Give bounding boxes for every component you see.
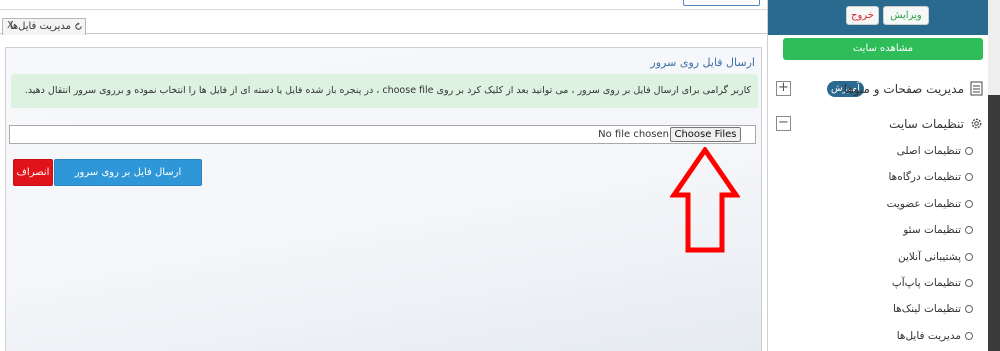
- sidebar-item-popup[interactable]: تنظیمات پاپ‌آپ: [892, 277, 973, 293]
- scrollbar-thumb[interactable]: [988, 95, 1000, 351]
- radio-icon: [965, 147, 973, 155]
- radio-icon: [965, 332, 973, 340]
- sidebar-item-label: تنظیمات سئو: [903, 224, 961, 236]
- sidebar-item-label: تنظیمات اصلی: [896, 145, 961, 157]
- collapse-icon[interactable]: −: [776, 116, 791, 131]
- no-file-chosen-label: No file chosen: [598, 129, 669, 140]
- radio-icon: [965, 253, 973, 261]
- refresh-icon[interactable]: [74, 22, 83, 31]
- sidebar-item-online-support[interactable]: پشتیبانی آنلاین: [898, 251, 973, 267]
- sidebar-item-membership[interactable]: تنظیمات عضویت: [887, 198, 973, 214]
- upload-panel: ارسال فایل روی سرور کاربر گرامی برای ارس…: [5, 47, 762, 351]
- radio-icon: [965, 173, 973, 181]
- sidebar-item-file-manager[interactable]: مدیریت فایل‌ها: [897, 330, 973, 346]
- scrollbar-track[interactable]: [988, 0, 1000, 351]
- top-input-field[interactable]: [683, 0, 760, 6]
- tab-file-manager[interactable]: X مدیریت فایل‌ها: [2, 18, 86, 35]
- tab-strip: X مدیریت فایل‌ها: [0, 11, 767, 35]
- sidebar-item-label: تنظیمات عضویت: [886, 198, 961, 210]
- sidebar-item-main-settings[interactable]: تنظیمات اصلی: [897, 145, 973, 161]
- section-pages-label: مدیریت صفحات و منوها: [843, 82, 964, 96]
- sidebar-item-label: تنظیمات لینک‌ها: [892, 303, 961, 315]
- radio-icon: [965, 305, 973, 313]
- section-pages-menus[interactable]: + آموزش مدیریت صفحات و منوها: [776, 78, 984, 100]
- choose-files-button[interactable]: Choose Files: [670, 127, 741, 142]
- sidebar-item-links[interactable]: تنظیمات لینک‌ها: [893, 303, 973, 319]
- section-settings-label: تنظیمات سایت: [889, 117, 964, 131]
- sidebar-item-label: تنظیمات درگاه‌ها: [888, 171, 961, 183]
- expand-icon[interactable]: +: [776, 81, 791, 96]
- sidebar-item-label: پشتیبانی آنلاین: [897, 251, 961, 263]
- upload-button[interactable]: ارسال فایل بر روی سرور: [54, 159, 202, 186]
- exit-button[interactable]: خروج: [846, 6, 879, 25]
- tab-label: مدیریت فایل‌ها: [9, 21, 71, 32]
- annotation-arrow-icon: [670, 147, 740, 253]
- sidebar: ویرایش خروج مشاهده سایت + آموزش مدیریت ص…: [767, 0, 1000, 351]
- edit-button[interactable]: ویرایش: [883, 6, 929, 25]
- sidebar-item-gateways[interactable]: تنظیمات درگاه‌ها: [888, 171, 973, 187]
- section-site-settings[interactable]: − تنظیمات سایت: [776, 113, 984, 135]
- top-bar: [0, 0, 767, 10]
- panel-title: ارسال فایل روی سرور: [650, 56, 755, 69]
- radio-icon: [965, 226, 973, 234]
- file-input[interactable]: Choose Files No file chosen: [9, 125, 756, 144]
- gear-icon: [971, 118, 982, 129]
- radio-icon: [965, 279, 973, 287]
- sidebar-item-label: مدیریت فایل‌ها: [896, 330, 961, 342]
- sidebar-item-seo[interactable]: تنظیمات سئو: [903, 224, 973, 240]
- document-icon: [970, 81, 983, 96]
- info-box: کاربر گرامی برای ارسال فایل بر روی سرور …: [11, 74, 758, 108]
- view-site-button[interactable]: مشاهده سایت: [783, 38, 983, 60]
- radio-icon: [965, 200, 973, 208]
- sidebar-header: ویرایش خروج: [768, 0, 989, 35]
- sidebar-item-label: تنظیمات پاپ‌آپ: [891, 277, 961, 289]
- info-text: کاربر گرامی برای ارسال فایل بر روی سرور …: [24, 85, 751, 96]
- cancel-button[interactable]: انصراف: [13, 159, 53, 186]
